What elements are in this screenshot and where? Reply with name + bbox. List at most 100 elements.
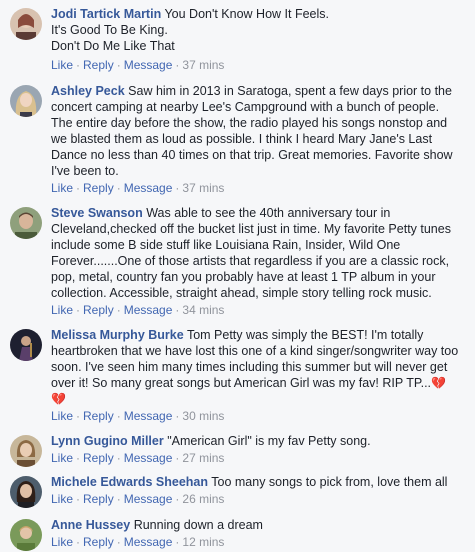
message-link[interactable]: Message [124, 409, 173, 423]
comment-timestamp[interactable]: 12 mins [182, 535, 224, 549]
comment-actions: Like · Reply · Message · 12 mins [51, 535, 224, 549]
separator-dot: · [116, 409, 121, 423]
reply-link[interactable]: Reply [83, 492, 114, 506]
like-link[interactable]: Like [51, 492, 73, 506]
message-link[interactable]: Message [124, 303, 173, 317]
comment-text-line: "American Girl" is my fav Petty song. [167, 434, 371, 448]
comment-author[interactable]: Jodi Tartick Martin [51, 7, 161, 21]
reply-link[interactable]: Reply [83, 58, 114, 72]
comment-body: Lynn Gugino Miller "American Girl" is my… [51, 433, 466, 449]
comment-text-line: include some B side stuff like Louisiana… [51, 238, 401, 252]
comment-actions: Like · Reply · Message · 30 mins [51, 409, 224, 423]
like-link[interactable]: Like [51, 58, 73, 72]
avatar[interactable] [10, 8, 42, 40]
separator-dot: · [116, 303, 121, 317]
comment-body: Anne Hussey Running down a dream [51, 517, 466, 533]
comment-actions: Like · Reply · Message · 26 mins [51, 492, 224, 506]
comment-author[interactable]: Michele Edwards Sheehan [51, 475, 208, 489]
comment-body: Michele Edwards Sheehan Too many songs t… [51, 474, 466, 490]
broken-heart-emoji: 💔 [431, 376, 446, 390]
message-link[interactable]: Message [124, 58, 173, 72]
avatar[interactable] [10, 85, 42, 117]
comment-timestamp[interactable]: 37 mins [182, 181, 224, 195]
avatar[interactable] [10, 476, 42, 508]
separator-dot: · [116, 451, 121, 465]
comment-timestamp[interactable]: 37 mins [182, 58, 224, 72]
comment-text-line: Saw him in 2013 in Saratoga, spent a few… [128, 84, 452, 98]
message-link[interactable]: Message [124, 451, 173, 465]
comment-text-line: Forever.......One of those artists that … [51, 254, 450, 268]
separator-dot: · [175, 492, 180, 506]
separator-dot: · [116, 58, 121, 72]
comment-text-line: Tom Petty was simply the BEST! I'm total… [186, 328, 424, 342]
comment-timestamp[interactable]: 30 mins [182, 409, 224, 423]
comment-author[interactable]: Melissa Murphy Burke [51, 328, 184, 342]
comment-text-line: we blasted them as loud as possible. I t… [51, 132, 433, 146]
reply-link[interactable]: Reply [83, 535, 114, 549]
separator-dot: · [76, 535, 81, 549]
comment-body: Melissa Murphy Burke Tom Petty was simpl… [51, 327, 466, 407]
separator-dot: · [175, 535, 180, 549]
separator-dot: · [76, 492, 81, 506]
reply-link[interactable]: Reply [83, 451, 114, 465]
comment-text-line: Was able to see the 40th anniversary tou… [146, 206, 391, 220]
message-link[interactable]: Message [124, 492, 173, 506]
like-link[interactable]: Like [51, 409, 73, 423]
comment-text-line: pop, metal, country fan you probably hav… [51, 270, 436, 284]
separator-dot: · [175, 409, 180, 423]
separator-dot: · [76, 303, 81, 317]
comment-author[interactable]: Ashley Peck [51, 84, 125, 98]
reply-link[interactable]: Reply [83, 181, 114, 195]
comment-text-line: collection. Accessible, straight ahead, … [51, 286, 432, 300]
comment-text-line: Too many songs to pick from, love them a… [211, 475, 448, 489]
comment-body: Jodi Tartick Martin You Don't Know How I… [51, 6, 466, 54]
separator-dot: · [175, 58, 180, 72]
comment-author[interactable]: Steve Swanson [51, 206, 143, 220]
comment-thread: Jodi Tartick Martin You Don't Know How I… [0, 0, 475, 552]
like-link[interactable]: Like [51, 535, 73, 549]
like-link[interactable]: Like [51, 303, 73, 317]
avatar[interactable] [10, 519, 42, 551]
separator-dot: · [175, 303, 180, 317]
comment-text-line: The entire day before the show, the radi… [51, 116, 448, 130]
separator-dot: · [76, 58, 81, 72]
comment-timestamp[interactable]: 26 mins [182, 492, 224, 506]
comment-text-line: concert camping at nearby Lee's Campgrou… [51, 100, 440, 114]
avatar[interactable] [10, 329, 42, 361]
comment-text-line: heartbroken that we have lost this one o… [51, 344, 459, 358]
comment-actions: Like · Reply · Message · 37 mins [51, 58, 224, 72]
separator-dot: · [116, 535, 121, 549]
separator-dot: · [175, 181, 180, 195]
comment-text-line: Running down a dream [133, 518, 263, 532]
comment-actions: Like · Reply · Message · 34 mins [51, 303, 224, 317]
separator-dot: · [76, 181, 81, 195]
separator-dot: · [116, 492, 121, 506]
separator-dot: · [116, 181, 121, 195]
comment-actions: Like · Reply · Message · 27 mins [51, 451, 224, 465]
comment-author[interactable]: Anne Hussey [51, 518, 130, 532]
comment-body: Steve Swanson Was able to see the 40th a… [51, 205, 466, 301]
comment-text-line: Cleveland,checked off the bucket list ju… [51, 222, 451, 236]
comment-text-line: You Don't Know How It Feels. [164, 7, 329, 21]
separator-dot: · [76, 451, 81, 465]
message-link[interactable]: Message [124, 535, 173, 549]
comment-text-line: over it! So many great songs but America… [51, 376, 432, 390]
broken-heart-emoji: 💔 [51, 392, 66, 406]
comment-timestamp[interactable]: 27 mins [182, 451, 224, 465]
separator-dot: · [76, 409, 81, 423]
reply-link[interactable]: Reply [83, 409, 114, 423]
reply-link[interactable]: Reply [83, 303, 114, 317]
comment-timestamp[interactable]: 34 mins [182, 303, 224, 317]
comment-text-line: It's Good To Be King. [51, 23, 168, 37]
comment-text-line: soon. I've seen him many times including… [51, 360, 448, 374]
separator-dot: · [175, 451, 180, 465]
message-link[interactable]: Message [124, 181, 173, 195]
avatar[interactable] [10, 207, 42, 239]
comment-text-line: Dance no less than 40 times on that trip… [51, 148, 453, 162]
comment-body: Ashley Peck Saw him in 2013 in Saratoga,… [51, 83, 466, 179]
like-link[interactable]: Like [51, 181, 73, 195]
comment-author[interactable]: Lynn Gugino Miller [51, 434, 164, 448]
avatar[interactable] [10, 435, 42, 467]
comment-text-line: Don't Do Me Like That [51, 39, 175, 53]
like-link[interactable]: Like [51, 451, 73, 465]
